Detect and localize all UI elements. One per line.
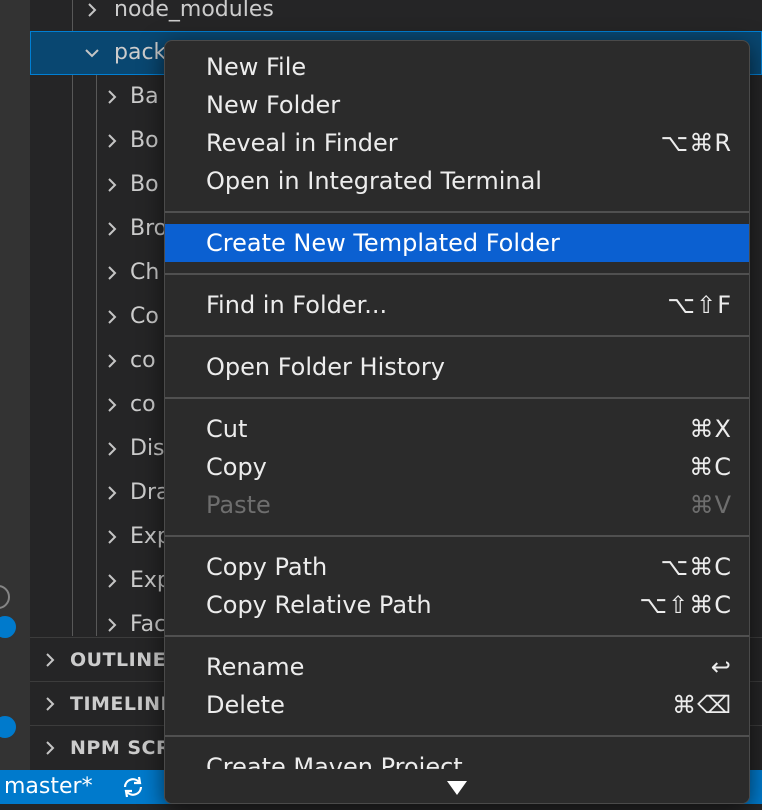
- menu-item-shortcut: ⌥⌘C: [660, 553, 732, 581]
- menu-item-rename[interactable]: Rename ↩: [165, 648, 749, 686]
- tree-item-label: Dis: [130, 436, 165, 461]
- menu-item-reveal-in-finder[interactable]: Reveal in Finder ⌥⌘R: [165, 124, 749, 162]
- menu-item-label: Create New Templated Folder: [206, 229, 560, 257]
- tree-item-label: Co: [130, 304, 159, 329]
- chevron-right-icon: [102, 75, 122, 119]
- chevron-right-icon: [40, 638, 60, 682]
- tree-item-label: Ba: [130, 84, 159, 109]
- menu-item-copy[interactable]: Copy ⌘C: [165, 448, 749, 486]
- menu-item-label: Delete: [206, 691, 285, 719]
- menu-item-shortcut: ⌥⇧F: [667, 291, 732, 319]
- menu-item-shortcut: ⌘C: [689, 453, 732, 481]
- tree-item-label: Bo: [130, 172, 159, 197]
- menu-item-delete[interactable]: Delete ⌘⌫: [165, 686, 749, 724]
- sync-icon[interactable]: [120, 775, 146, 810]
- section-label: TIMELINE: [70, 693, 174, 715]
- menu-item-label: Copy Relative Path: [206, 591, 432, 619]
- chevron-right-icon: [102, 119, 122, 163]
- tree-item-label: Fac: [130, 612, 167, 636]
- menu-separator: [165, 211, 749, 213]
- chevron-right-icon: [40, 726, 60, 770]
- menu-separator: [165, 635, 749, 637]
- chevron-right-icon: [102, 515, 122, 559]
- chevron-down-icon: [82, 31, 102, 75]
- tree-item-label: Bo: [130, 128, 159, 153]
- menu-item-label: New File: [206, 53, 307, 81]
- chevron-right-icon: [102, 251, 122, 295]
- context-menu: New File New Folder Reveal in Finder ⌥⌘R…: [164, 40, 750, 804]
- tree-item-label: node_modules: [114, 0, 274, 22]
- chevron-right-icon: [102, 295, 122, 339]
- menu-separator: [165, 335, 749, 337]
- menu-item-label: Cut: [206, 415, 248, 443]
- menu-separator: [165, 535, 749, 537]
- menu-item-copy-path[interactable]: Copy Path ⌥⌘C: [165, 548, 749, 586]
- menu-item-open-in-integrated-terminal[interactable]: Open in Integrated Terminal: [165, 162, 749, 200]
- source-control-badge: [0, 714, 18, 740]
- chevron-right-icon: [102, 207, 122, 251]
- chevron-right-icon: [102, 427, 122, 471]
- menu-item-label: Paste: [206, 491, 271, 519]
- account-icon[interactable]: [0, 585, 10, 609]
- activity-bar: [0, 0, 30, 770]
- menu-item-find-in-folder[interactable]: Find in Folder... ⌥⇧F: [165, 286, 749, 324]
- tree-item-label: Ch: [130, 260, 160, 285]
- menu-item-label: Copy Path: [206, 553, 328, 581]
- scroll-down-arrow-icon[interactable]: [447, 781, 467, 795]
- chevron-right-icon: [102, 603, 122, 636]
- menu-separator: [165, 735, 749, 737]
- chevron-right-icon: [102, 471, 122, 515]
- menu-item-open-folder-history[interactable]: Open Folder History: [165, 348, 749, 386]
- menu-item-shortcut: ↩: [710, 653, 732, 681]
- chevron-right-icon: [102, 383, 122, 427]
- menu-item-shortcut: ⌥⇧⌘C: [639, 591, 732, 619]
- chevron-right-icon: [82, 0, 102, 32]
- notification-badge: [0, 614, 18, 640]
- menu-item-label: Rename: [206, 653, 305, 681]
- git-branch[interactable]: master*: [4, 770, 93, 804]
- menu-item-label: Reveal in Finder: [206, 129, 398, 157]
- section-label: OUTLINE: [70, 649, 167, 671]
- menu-item-label: Find in Folder...: [206, 291, 388, 319]
- menu-item-create-new-templated-folder[interactable]: Create New Templated Folder: [165, 224, 749, 262]
- tree-item-label: co: [130, 392, 156, 417]
- menu-item-label: Open in Integrated Terminal: [206, 167, 542, 195]
- menu-item-copy-relative-path[interactable]: Copy Relative Path ⌥⇧⌘C: [165, 586, 749, 624]
- menu-item-shortcut: ⌥⌘R: [660, 129, 732, 157]
- menu-item-label: Open Folder History: [206, 353, 445, 381]
- menu-item-shortcut: ⌘X: [689, 415, 732, 443]
- menu-item-new-folder[interactable]: New Folder: [165, 86, 749, 124]
- chevron-right-icon: [102, 163, 122, 207]
- tree-item-label: co: [130, 348, 156, 373]
- menu-separator: [165, 397, 749, 399]
- menu-separator: [165, 273, 749, 275]
- chevron-right-icon: [102, 339, 122, 383]
- chevron-right-icon: [40, 682, 60, 726]
- menu-item-label: Copy: [206, 453, 267, 481]
- tree-item-node-modules[interactable]: node_modules: [30, 0, 762, 32]
- menu-item-new-file[interactable]: New File: [165, 48, 749, 86]
- chevron-right-icon: [102, 559, 122, 603]
- menu-item-shortcut: ⌘⌫: [672, 691, 732, 719]
- menu-item-cut[interactable]: Cut ⌘X: [165, 410, 749, 448]
- menu-item-paste: Paste ⌘V: [165, 486, 749, 524]
- menu-item-label: New Folder: [206, 91, 341, 119]
- menu-item-shortcut: ⌘V: [689, 491, 732, 519]
- tree-item-label: Bro: [130, 216, 168, 241]
